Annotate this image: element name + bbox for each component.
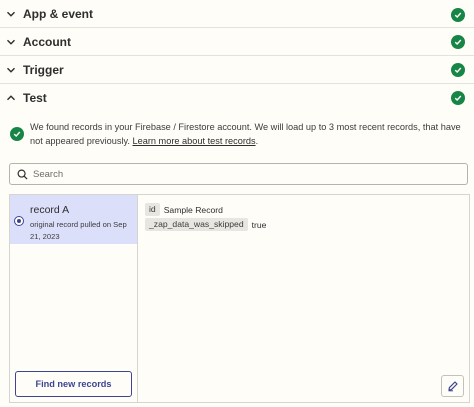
records-list: record A original record pulled on Sep 2…: [10, 195, 138, 402]
section-test[interactable]: Test: [0, 84, 474, 112]
section-app-event[interactable]: App & event: [0, 1, 474, 28]
section-title: Account: [23, 34, 71, 49]
section-title: Test: [23, 91, 47, 105]
field-value: true: [251, 219, 267, 230]
learn-more-link[interactable]: Learn more about test records: [133, 136, 256, 146]
chevron-down-icon: [6, 9, 16, 19]
radio-selected[interactable]: [14, 216, 24, 226]
search-input[interactable]: [33, 168, 453, 180]
record-details: id Sample Record _zap_data_was_skipped t…: [139, 195, 469, 402]
edit-button[interactable]: [441, 375, 464, 397]
search-box: [9, 163, 468, 185]
notice-suffix: .: [255, 135, 259, 146]
records-found-notice: We found records in your Firebase / Fire…: [10, 121, 464, 148]
record-subtitle: original record pulled on Sep 21, 2023: [30, 220, 127, 241]
section-trigger[interactable]: Trigger: [0, 56, 474, 84]
record-field: _zap_data_was_skipped true: [145, 218, 266, 231]
field-key: _zap_data_was_skipped: [145, 218, 248, 231]
field-key: id: [145, 203, 160, 216]
check-circle-icon: [451, 91, 465, 105]
check-circle-icon: [451, 63, 465, 77]
record-field: id Sample Record: [145, 203, 223, 216]
check-circle-icon: [10, 127, 24, 141]
section-title: Trigger: [23, 62, 64, 77]
section-title: App & event: [23, 7, 94, 21]
check-circle-icon: [451, 8, 465, 22]
search-icon: [17, 169, 28, 180]
find-new-records-button[interactable]: Find new records: [15, 371, 132, 397]
section-account[interactable]: Account: [0, 28, 474, 56]
record-item[interactable]: record A original record pulled on Sep 2…: [10, 195, 137, 244]
chevron-down-icon: [6, 37, 16, 47]
chevron-up-icon: [6, 93, 16, 103]
check-circle-icon: [451, 35, 465, 49]
test-records-panel: record A original record pulled on Sep 2…: [9, 194, 470, 403]
chevron-down-icon: [6, 65, 16, 75]
pencil-icon: [447, 381, 458, 392]
field-value: Sample Record: [163, 204, 223, 215]
record-name: record A: [30, 204, 70, 216]
